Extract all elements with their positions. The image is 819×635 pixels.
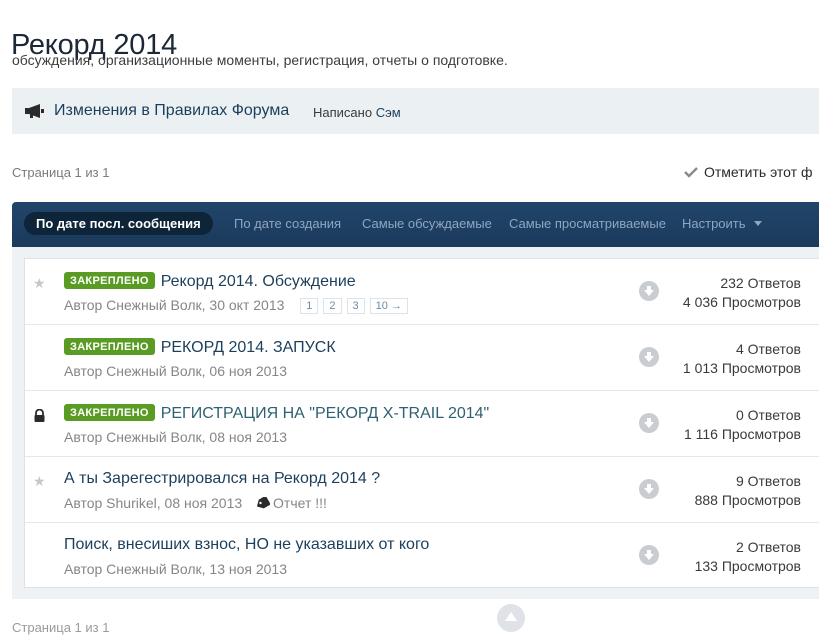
view-count: 1 013 Просмотров [682, 360, 801, 376]
tab-sort-created[interactable]: По дате создания [234, 216, 341, 231]
megaphone-icon [25, 104, 44, 118]
topic-title-link[interactable]: РЕКОРД 2014. ЗАПУСК [161, 339, 336, 356]
announcement-byline: Написано Сэм [313, 105, 401, 120]
announcement-author[interactable]: Сэм [376, 105, 401, 120]
arrow-down-icon[interactable] [639, 281, 659, 301]
pinned-badge: ЗАКРЕПЛЕНО [64, 338, 155, 355]
topic-stats: 9 Ответов 888 Просмотров [695, 472, 801, 510]
topic-stats: 2 Ответов 133 Просмотров [695, 538, 801, 576]
chevron-down-icon [753, 221, 762, 226]
reply-count: 9 Ответов [735, 473, 801, 489]
topic-title-line: ЗАКРЕПЛЕНО Рекорд 2014. Обсуждение [64, 272, 356, 291]
page-link[interactable]: 1 [300, 298, 319, 314]
topic-title-line: Поиск, внесиших взнос, НО не указавших о… [64, 536, 429, 554]
topic-author-date: Автор Shurikel, 08 ноя 2013 [64, 495, 243, 511]
checkmark-icon [684, 167, 698, 178]
page-link[interactable]: 3 [346, 298, 365, 314]
view-count: 133 Просмотров [694, 558, 801, 574]
mark-read-label: Отметить этот ф [704, 164, 813, 180]
topic-title-line: А ты Зарегестрировался на Рекорд 2014 ? [64, 470, 380, 488]
topic-tag[interactable]: Отчет !!! [256, 495, 327, 511]
view-count: 4 036 Просмотров [682, 294, 801, 310]
lock-icon [34, 409, 45, 422]
topic-meta: Автор Снежный Волк, 06 ноя 2013 [64, 363, 288, 379]
topic-row: ЗАКРЕПЛЕНО РЕКОРД 2014. ЗАПУСК Автор Снеж… [25, 325, 819, 391]
topic-row: ★ ЗАКРЕПЛЕНО Рекорд 2014. Обсуждение Авто… [25, 259, 819, 325]
tab-sort-most-viewed[interactable]: Самые просматриваемые [509, 216, 666, 231]
arrow-down-icon[interactable] [639, 413, 659, 433]
topic-title-link[interactable]: А ты Зарегестрировался на Рекорд 2014 ? [64, 470, 380, 487]
star-icon[interactable]: ★ [33, 474, 46, 488]
topic-title-link[interactable]: Поиск, внесиших взнос, НО не указавших о… [64, 536, 429, 553]
tag-icon [256, 497, 271, 509]
tab-customize-label: Настроить [682, 216, 746, 231]
topic-list: ★ ЗАКРЕПЛЕНО Рекорд 2014. Обсуждение Авто… [24, 258, 819, 588]
sort-tabbar: По дате посл. сообщения По дате создания… [12, 202, 819, 247]
arrow-down-icon[interactable] [639, 545, 659, 565]
scroll-to-top-button[interactable] [497, 604, 525, 632]
arrow-down-icon[interactable] [639, 347, 659, 367]
topic-stats: 4 Ответов 1 013 Просмотров [683, 340, 801, 378]
page-link-last[interactable]: 10 → [369, 298, 408, 314]
reply-count: 0 Ответов [735, 407, 801, 423]
topic-tag-label: Отчет !!! [273, 495, 327, 511]
topic-pagination: 1 2 3 10 → [300, 297, 413, 314]
pagination-info-bottom: Страница 1 из 1 [12, 620, 110, 635]
topic-row: ★ А ты Зарегестрировался на Рекорд 2014 … [25, 457, 819, 523]
topic-meta: Автор Снежный Волк, 08 ноя 2013 [64, 429, 288, 445]
pinned-badge: ЗАКРЕПЛЕНО [64, 404, 155, 421]
star-icon[interactable]: ★ [33, 276, 46, 290]
topic-stats: 0 Ответов 1 116 Просмотров [684, 406, 801, 444]
topic-title-link[interactable]: Рекорд 2014. Обсуждение [161, 273, 356, 290]
page-link[interactable]: 2 [323, 298, 342, 314]
page-description: обсуждения, организационные моменты, рег… [12, 52, 508, 68]
pagination-info: Страница 1 из 1 [12, 165, 110, 180]
topic-meta: Автор Shurikel, 08 ноя 2013 Отчет !!! [64, 495, 327, 511]
tab-customize[interactable]: Настроить [682, 216, 762, 231]
reply-count: 4 Ответов [735, 341, 801, 357]
topic-title-line: ЗАКРЕПЛЕНО РЕКОРД 2014. ЗАПУСК [64, 338, 336, 357]
pinned-badge: ЗАКРЕПЛЕНО [64, 272, 155, 289]
tab-sort-most-discussed[interactable]: Самые обсуждаемые [362, 216, 492, 231]
topic-row: ЗАКРЕПЛЕНО РЕГИСТРАЦИЯ НА "РЕКОРД X-TRAIL… [25, 391, 819, 457]
topic-row: Поиск, внесиших взнос, НО не указавших о… [25, 523, 819, 589]
view-count: 1 116 Просмотров [683, 426, 801, 442]
announcement-by-label: Написано [313, 105, 373, 120]
tab-sort-last-post[interactable]: По дате посл. сообщения [24, 212, 213, 235]
announcement-bar: Изменения в Правилах Форума Написано Сэм [12, 88, 819, 134]
topic-author-date: Автор Снежный Волк, 30 окт 2013 [64, 297, 285, 313]
announcement-title[interactable]: Изменения в Правилах Форума [54, 102, 289, 120]
topic-stats: 232 Ответов 4 036 Просмотров [683, 274, 801, 312]
topic-title-link[interactable]: РЕГИСТРАЦИЯ НА "РЕКОРД X-TRAIL 2014" [161, 405, 490, 422]
view-count: 888 Просмотров [694, 492, 801, 508]
topic-meta: Автор Снежный Волк, 13 ноя 2013 [64, 561, 288, 577]
topic-meta: Автор Снежный Волк, 30 окт 2013 1 2 3 10 → [64, 297, 413, 314]
arrow-down-icon[interactable] [639, 479, 659, 499]
reply-count: 2 Ответов [735, 539, 801, 555]
topic-title-line: ЗАКРЕПЛЕНО РЕГИСТРАЦИЯ НА "РЕКОРД X-TRAIL… [64, 404, 489, 423]
mark-forum-read-button[interactable]: Отметить этот ф [684, 164, 812, 180]
reply-count: 232 Ответов [720, 275, 801, 291]
